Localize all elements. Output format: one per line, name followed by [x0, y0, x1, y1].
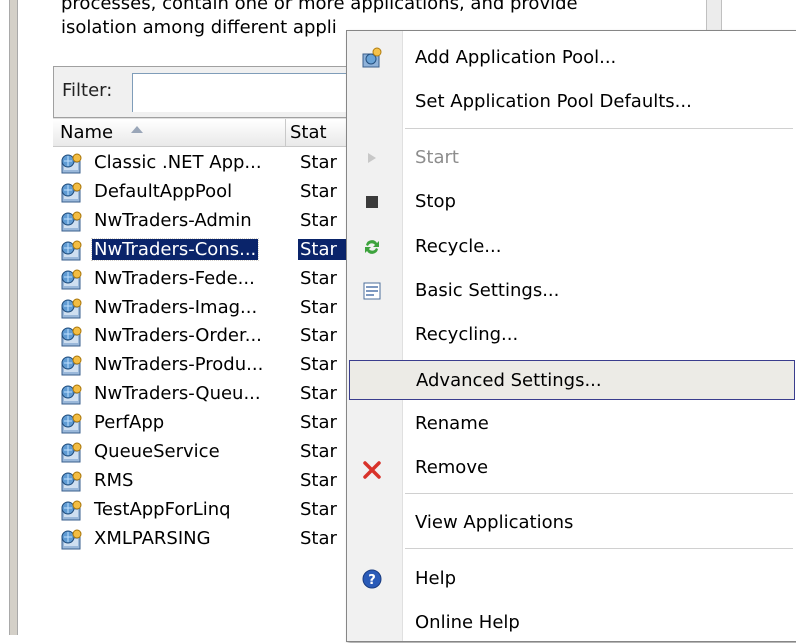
menu-item-add-application-pool[interactable]: Add Application Pool... — [347, 38, 795, 78]
pool-status: Star — [300, 209, 337, 231]
pool-status: Star — [300, 383, 337, 405]
pool-name: XMLPARSING — [94, 527, 211, 549]
pool-status: Star — [300, 469, 337, 491]
stop-icon — [366, 196, 378, 208]
menu-label: Rename — [415, 413, 489, 434]
app-pool-icon — [59, 210, 83, 233]
menu-label: Add Application Pool... — [415, 47, 617, 68]
menu-item-view-applications[interactable]: View Applications — [347, 503, 795, 543]
pool-status: Star — [300, 325, 337, 347]
remove-icon — [363, 461, 381, 479]
menu-label: Remove — [415, 457, 489, 478]
app-pool-icon — [59, 239, 83, 262]
pool-status: Star — [300, 296, 337, 318]
app-pool-icon — [59, 412, 83, 435]
pool-status: Star — [300, 180, 337, 202]
pool-name: NwTraders-Queu... — [94, 383, 261, 405]
settings-page-icon — [363, 282, 381, 300]
app-pool-icon — [59, 383, 83, 406]
pool-name: NwTraders-Cons... — [90, 237, 260, 261]
sort-ascending-icon — [131, 126, 143, 133]
pool-name: NwTraders-Produ... — [94, 354, 264, 376]
app-pool-icon — [59, 499, 83, 522]
menu-separator — [405, 548, 793, 549]
pool-status: Star — [300, 152, 337, 173]
start-icon — [368, 153, 376, 163]
left-frame — [0, 0, 18, 635]
pool-name: TestAppForLinq — [94, 498, 231, 520]
menu-label: Set Application Pool Defaults... — [415, 91, 692, 112]
pool-status: Star — [300, 412, 337, 434]
menu-item-stop[interactable]: Stop — [347, 182, 795, 222]
app-pool-icon — [59, 268, 83, 291]
app-pool-add-icon — [362, 47, 382, 68]
app-pool-icon — [59, 354, 83, 377]
column-divider[interactable] — [285, 119, 286, 146]
menu-label: Help — [415, 568, 457, 589]
pool-name: NwTraders-Order... — [94, 325, 262, 347]
pool-name: DefaultAppPool — [94, 180, 233, 202]
app-pool-icon — [59, 325, 83, 348]
menu-item-help[interactable]: ? Help — [347, 559, 795, 599]
menu-label: Start — [415, 147, 459, 168]
menu-item-recycling[interactable]: Recycling... — [347, 315, 795, 355]
app-pool-icon — [59, 297, 83, 320]
pool-status: Star — [300, 498, 337, 520]
left-frame-bar — [9, 0, 18, 635]
app-pool-icon — [59, 528, 83, 551]
menu-item-remove[interactable]: Remove — [347, 448, 795, 488]
app-pool-icon — [59, 152, 83, 175]
description-line-1: processes, contain one or more applicati… — [61, 0, 578, 14]
menu-item-set-defaults[interactable]: Set Application Pool Defaults... — [347, 82, 795, 122]
pool-name: PerfApp — [94, 412, 165, 434]
menu-item-rename[interactable]: Rename — [347, 404, 795, 444]
pool-name: NwTraders-Admin — [94, 209, 252, 231]
context-menu: Add Application Pool... Set Application … — [346, 30, 796, 642]
pool-status: Star — [298, 238, 347, 260]
pool-status: Star — [300, 354, 337, 376]
pool-name: RMS — [94, 469, 134, 491]
menu-item-online-help[interactable]: Online Help — [347, 603, 795, 643]
menu-item-recycle[interactable]: Recycle... — [347, 227, 795, 267]
menu-label: Advanced Settings... — [416, 370, 602, 391]
menu-label: Basic Settings... — [415, 280, 560, 301]
filter-label: Filter: — [62, 80, 113, 101]
recycle-icon — [365, 240, 379, 254]
menu-separator — [405, 493, 793, 494]
pool-name: QueueService — [94, 441, 220, 462]
menu-item-start[interactable]: Start — [347, 138, 795, 178]
menu-label: Online Help — [415, 612, 520, 633]
pool-status: Star — [300, 527, 337, 549]
app-pool-icon — [59, 441, 83, 464]
menu-label: Stop — [415, 191, 456, 212]
pool-name: Classic .NET App... — [94, 152, 262, 173]
menu-item-basic-settings[interactable]: Basic Settings... — [347, 271, 795, 311]
menu-label: Recycling... — [415, 324, 519, 345]
menu-separator — [405, 128, 793, 129]
svg-text:?: ? — [368, 573, 376, 588]
pool-name: NwTraders-Imag... — [94, 296, 258, 318]
pool-status: Star — [300, 267, 337, 289]
menu-label: View Applications — [415, 512, 574, 533]
app-pool-icon — [59, 470, 83, 493]
help-icon: ? — [362, 569, 382, 589]
app-pool-icon — [59, 181, 83, 204]
menu-item-advanced-settings[interactable]: Advanced Settings... — [349, 360, 795, 400]
column-header-name[interactable]: Name — [60, 122, 113, 143]
pool-name: NwTraders-Fede... — [94, 267, 255, 289]
pool-status: Star — [300, 441, 337, 462]
column-header-status[interactable]: Stat — [290, 122, 327, 143]
menu-label: Recycle... — [415, 236, 502, 257]
